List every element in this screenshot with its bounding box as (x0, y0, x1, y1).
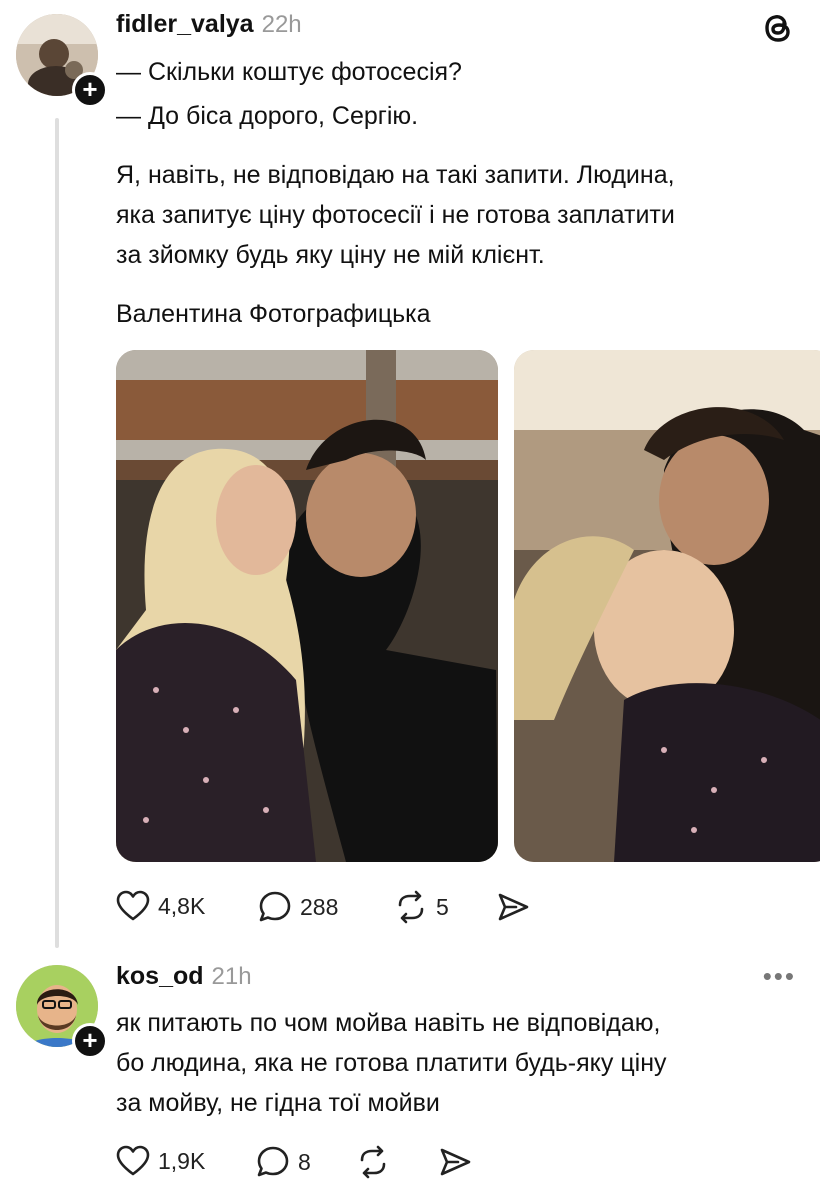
repost-button[interactable]: 5 (394, 890, 449, 924)
comment-count: 8 (298, 1148, 311, 1175)
comment-button[interactable]: 8 (256, 1145, 311, 1179)
share-button[interactable] (496, 890, 530, 924)
send-icon (498, 893, 529, 921)
send-icon (440, 1148, 471, 1176)
post-text-line: за мойву, не гідна тої мойви (116, 1089, 440, 1117)
follow-plus-icon[interactable]: + (72, 72, 108, 108)
post-time: 21h (211, 963, 252, 990)
comment-button[interactable]: 288 (258, 890, 338, 924)
post-signature: Валентина Фотографицька (116, 300, 431, 328)
comment-count: 288 (300, 893, 339, 920)
like-count: 4,8K (158, 892, 206, 919)
post-text-line: — До біса дорого, Сергію. (116, 102, 419, 130)
post-author[interactable]: fidler_valya 22h (116, 10, 302, 39)
like-count: 1,9K (158, 1147, 206, 1174)
post-text-line: як питають по чом мойва навіть не відпов… (116, 1009, 661, 1037)
post-author[interactable]: kos_od 21h (116, 962, 252, 991)
post-fidler-valya: + fidler_valya 22h — Скільки коштує фотос… (0, 0, 820, 960)
post-time: 22h (261, 11, 302, 38)
heart-icon (116, 1145, 150, 1176)
repost-icon (360, 1145, 386, 1179)
username[interactable]: fidler_valya (116, 10, 254, 38)
comment-icon (259, 891, 291, 922)
thread-connector-line (55, 118, 59, 948)
repost-count: 5 (436, 893, 449, 920)
post-text-line: Я, навіть, не відповідаю на такі запити.… (116, 161, 675, 189)
post-text-line: — Скільки коштує фотосесія? (116, 58, 462, 86)
share-button[interactable] (438, 1145, 472, 1179)
username[interactable]: kos_od (116, 962, 204, 990)
repost-icon (398, 890, 424, 924)
threads-logo-icon[interactable] (760, 10, 796, 46)
like-button[interactable]: 4,8K (116, 890, 205, 922)
repost-button[interactable] (356, 1145, 390, 1179)
follow-plus-icon[interactable]: + (72, 1023, 108, 1059)
heart-icon (116, 890, 150, 921)
post-kos-od: + kos_od 21h ••• як питають по чом мойва … (0, 955, 820, 1200)
more-dots-icon[interactable]: ••• (763, 961, 796, 992)
post-image-2[interactable] (514, 350, 820, 862)
post-image-1[interactable] (116, 350, 498, 862)
post-text-line: бо людина, яка не готова платити будь-як… (116, 1049, 667, 1077)
post-text-line: яка запитує ціну фотосесії і не готова з… (116, 201, 675, 229)
post-text-line: за зйомку будь яку ціну не мій клієнт. (116, 241, 545, 269)
comment-icon (257, 1146, 289, 1177)
like-button[interactable]: 1,9K (116, 1145, 205, 1177)
